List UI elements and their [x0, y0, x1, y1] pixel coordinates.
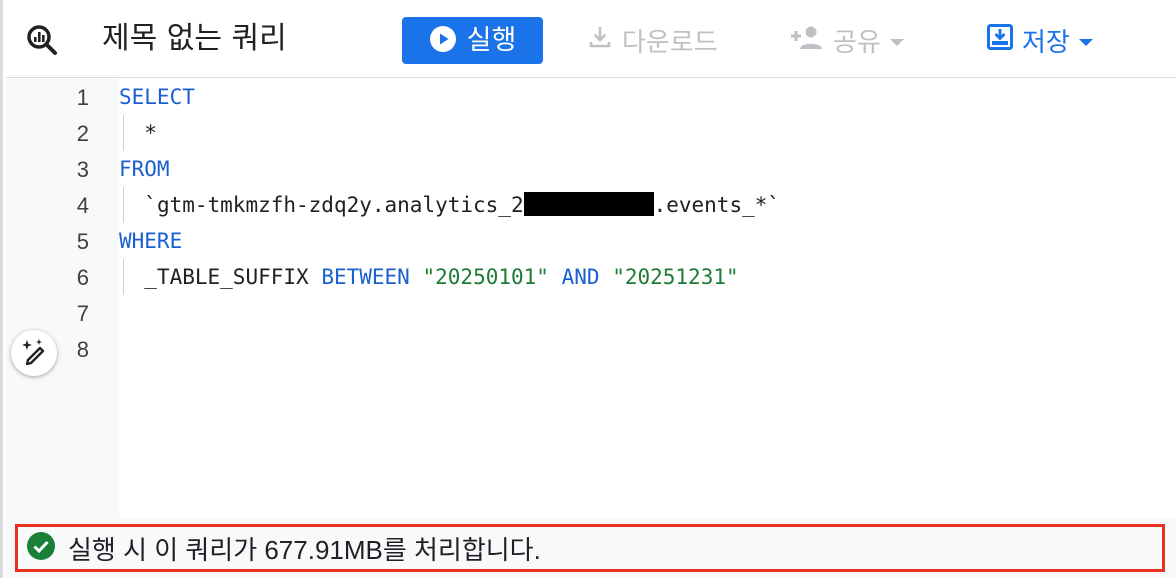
save-button[interactable]: 저장	[986, 20, 1094, 60]
line-number: 4	[76, 193, 89, 218]
download-icon	[586, 23, 614, 58]
sql-editor[interactable]: 1 2 3 4 5 6 7 8 SELECT * FROM `gtm-tmkmz…	[6, 79, 1176, 518]
query-title[interactable]: 제목 없는 쿼리	[102, 18, 287, 60]
play-icon	[429, 25, 457, 57]
line-number-gutter: 1 2 3 4 5 6 7 8	[6, 79, 119, 518]
status-highlight-box: 실행 시 이 쿼리가 677.91MB를 처리합니다.	[15, 524, 1165, 572]
person-add-icon	[789, 23, 825, 58]
share-button[interactable]: 공유	[789, 20, 905, 60]
code-line-3[interactable]: FROM	[119, 151, 170, 187]
code-line-1[interactable]: SELECT	[119, 79, 195, 115]
line-number: 6	[76, 265, 89, 290]
run-button[interactable]: 실행	[402, 17, 543, 64]
download-button[interactable]: 다운로드	[586, 20, 718, 60]
chevron-down-icon	[889, 25, 905, 55]
code-line-4[interactable]: `gtm-tmkmzfh-zdq2y.analytics_2 .events_*`	[119, 187, 780, 223]
identifier: _TABLE_SUFFIX	[144, 265, 309, 289]
line-number: 5	[76, 229, 89, 254]
sql-keyword: BETWEEN	[321, 265, 410, 289]
code-line-6[interactable]: _TABLE_SUFFIX BETWEEN "20250101" AND "20…	[119, 259, 739, 295]
sql-keyword: FROM	[119, 157, 170, 181]
sql-keyword: WHERE	[119, 229, 183, 253]
code-line-5[interactable]: WHERE	[119, 223, 182, 259]
query-editor-panel: 제목 없는 쿼리 실행 다운로드 공유 저장 1 2 3 4 5 6 7 8 S…	[0, 0, 1176, 578]
save-button-label: 저장	[1022, 27, 1070, 58]
download-button-label: 다운로드	[622, 27, 718, 58]
line-number: 1	[76, 85, 89, 110]
select-all-token: *	[144, 121, 157, 145]
code-line-2[interactable]: *	[119, 115, 157, 151]
chevron-down-icon	[1078, 25, 1094, 55]
sql-keyword: AND	[561, 265, 600, 289]
line-number: 7	[76, 301, 89, 326]
string-literal: "20251231"	[612, 265, 739, 289]
ai-assist-button[interactable]	[11, 330, 57, 376]
validation-status-bar: 실행 시 이 쿼리가 677.91MB를 처리합니다.	[6, 518, 1176, 578]
redacted-block	[523, 192, 654, 216]
save-icon	[986, 23, 1014, 58]
string-literal: "20250101"	[422, 265, 549, 289]
line-number: 3	[76, 157, 89, 182]
sql-keyword: SELECT	[119, 85, 195, 109]
check-circle-icon	[26, 531, 56, 565]
pen-sparkle-icon	[20, 337, 48, 369]
editor-toolbar: 제목 없는 쿼리 실행 다운로드 공유 저장	[6, 0, 1176, 78]
line-number: 2	[76, 121, 89, 146]
table-path-suffix: .events_*`	[653, 193, 781, 217]
table-path-prefix: `gtm-tmkmzfh-zdq2y.analytics_2	[144, 193, 524, 217]
status-message: 실행 시 이 쿼리가 677.91MB를 처리합니다.	[68, 534, 541, 565]
run-button-label: 실행	[466, 24, 517, 56]
query-icon	[24, 22, 60, 58]
share-button-label: 공유	[833, 27, 881, 58]
